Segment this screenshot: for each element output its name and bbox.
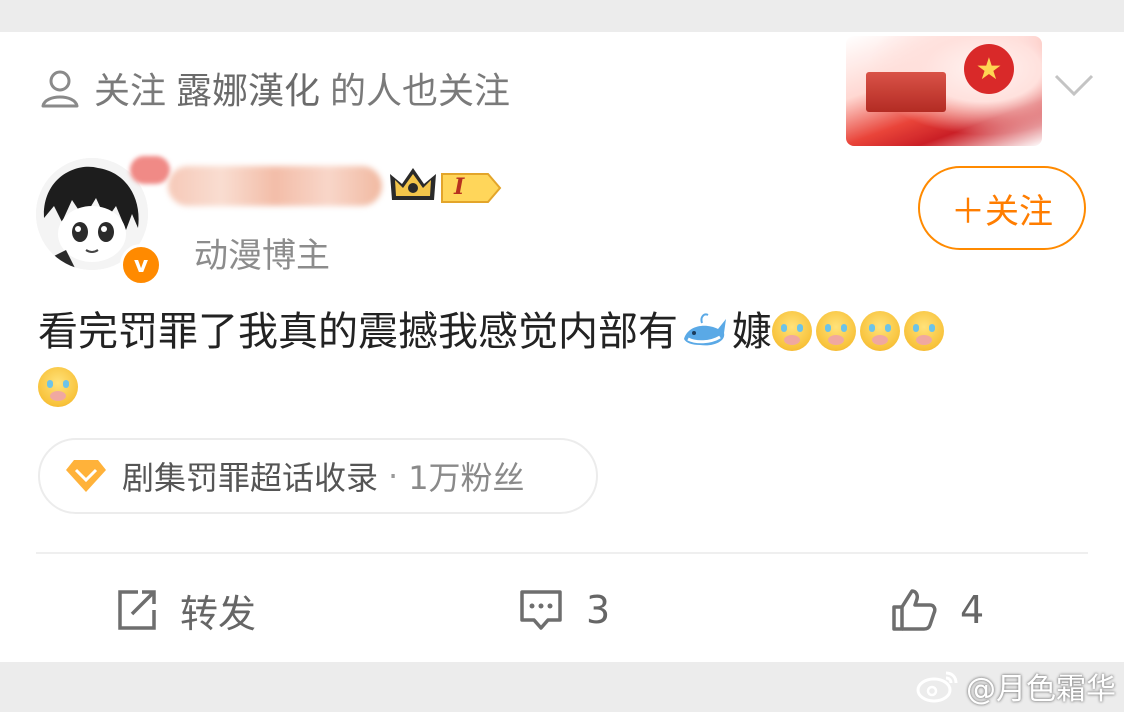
- comment-icon: [520, 590, 562, 630]
- post-text-end: 嫝: [732, 309, 772, 355]
- chevron-down-icon[interactable]: [1052, 70, 1096, 102]
- repost-icon: [118, 590, 156, 630]
- follow-hint-prefix: 关注: [94, 71, 167, 112]
- post-text-main: 看完罚罪了我真的震撼我感觉内部有: [38, 309, 678, 355]
- comment-count: 3: [586, 588, 611, 632]
- verified-badge-icon: v: [120, 244, 162, 286]
- username-redacted[interactable]: [168, 166, 382, 206]
- crying-emoji: [860, 311, 900, 351]
- topic-fans: 1万粉丝: [408, 459, 525, 497]
- weibo-logo-icon: [916, 671, 958, 703]
- topic-chip[interactable]: 剧集罚罪超话收录 · 1万粉丝: [38, 438, 598, 514]
- member-level-label: I: [454, 174, 465, 200]
- crown-icon[interactable]: [388, 166, 438, 206]
- follow-hint-name[interactable]: 露娜漢化: [176, 62, 320, 114]
- repost-button[interactable]: 转发: [114, 582, 256, 638]
- gate-illustration: [866, 72, 946, 112]
- like-count: 4: [960, 588, 985, 632]
- weibo-post-card: 关注 露娜漢化 的人也关注 ★ v I 动漫博主 ＋关注 看完罚罪了我真的震撼我…: [0, 32, 1124, 662]
- comment-button[interactable]: 3: [518, 582, 610, 638]
- follow-button[interactable]: ＋关注: [918, 166, 1086, 250]
- thumbs-up-icon: [892, 589, 937, 631]
- whale-emoji: [684, 313, 726, 346]
- follow-hint-suffix: 的人也关注: [330, 71, 511, 112]
- divider: [36, 552, 1088, 554]
- post-text: 看完罚罪了我真的震撼我感觉内部有 嫝: [38, 304, 1058, 416]
- diamond-icon: [66, 460, 106, 492]
- emblem-icon: ★: [964, 44, 1014, 94]
- crying-emoji: [816, 311, 856, 351]
- user-description: 动漫博主: [194, 236, 330, 276]
- follow-hint: 关注 露娜漢化 的人也关注: [38, 62, 510, 114]
- like-button[interactable]: 4: [890, 582, 984, 638]
- crying-emoji: [38, 367, 78, 407]
- crying-emoji: [772, 311, 812, 351]
- festival-banner-image: ★: [846, 36, 1042, 146]
- member-level-badge[interactable]: I: [440, 172, 502, 204]
- watermark: @月色霜华: [916, 668, 1116, 707]
- avatar-decoration: [130, 156, 170, 184]
- crying-emoji: [904, 311, 944, 351]
- watermark-text: @月色霜华: [966, 672, 1116, 707]
- repost-label: 转发: [180, 591, 257, 636]
- topic-name: 剧集罚罪超话收录: [122, 459, 379, 497]
- user-icon: [41, 70, 79, 108]
- topic-separator: ·: [388, 457, 399, 495]
